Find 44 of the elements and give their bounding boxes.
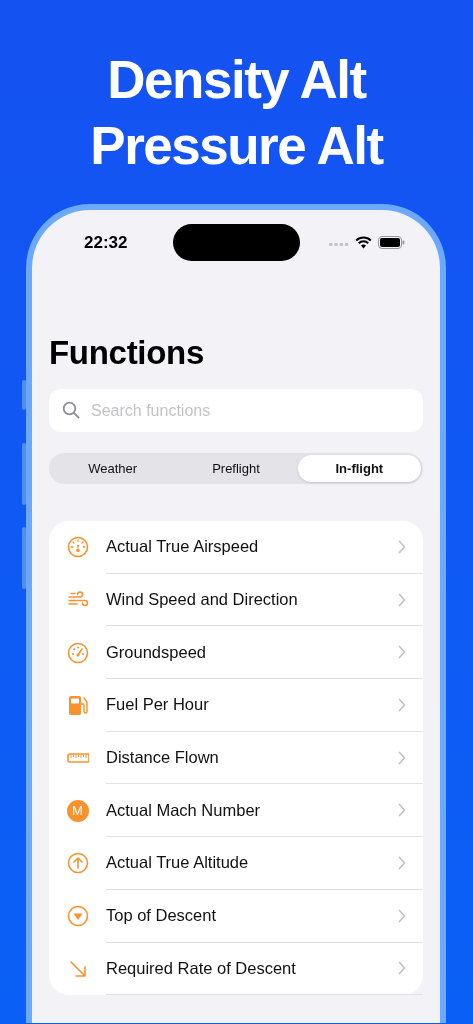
chevron-icon [398, 645, 406, 660]
function-label: Groundspeed [106, 642, 206, 662]
segment-tab[interactable]: In-flight [297, 455, 421, 482]
function-label: Top of Descent [106, 906, 217, 926]
up-arrow-circle-icon [66, 852, 89, 875]
signal-icon [329, 242, 349, 247]
function-row[interactable]: Wind Speed and Direction [49, 573, 423, 627]
function-label: Distance Flown [106, 748, 219, 768]
function-row[interactable]: Fuel Per Hour [49, 679, 423, 732]
chevron-icon [398, 803, 406, 818]
wifi-icon [355, 236, 372, 249]
function-row[interactable]: Actual True Airspeed [49, 521, 423, 574]
function-row[interactable]: Top of Descent [49, 889, 423, 943]
chevron-icon [398, 539, 406, 554]
down-triangle-circle-icon [66, 905, 89, 928]
chevron-icon [398, 855, 406, 870]
page-title: Functions [49, 333, 205, 373]
function-label: Actual True Altitude [106, 853, 249, 873]
chevron-icon [398, 592, 406, 607]
speedometer-icon [66, 641, 89, 664]
function-label: Actual True Airspeed [106, 537, 259, 557]
function-label: Required Rate of Descent [106, 958, 296, 978]
function-row[interactable]: Distance Flown [49, 731, 423, 785]
gauge-icon [66, 536, 89, 559]
function-row[interactable]: Required Rate of Descent [49, 942, 423, 996]
segment-tab[interactable]: Weather [51, 455, 175, 482]
function-row[interactable]: Actual True Altitude [49, 837, 423, 890]
search-field[interactable]: Search functions [49, 389, 423, 432]
function-label: Fuel Per Hour [106, 695, 209, 715]
chevron-icon [398, 908, 406, 923]
chevron-icon [398, 750, 406, 765]
function-label: Actual Mach Number [106, 800, 261, 820]
function-row[interactable]: M Actual Mach Number [49, 784, 423, 838]
battery-icon [378, 236, 405, 249]
badge-icon: M [66, 799, 89, 822]
segment-tab[interactable]: Preflight [174, 455, 298, 482]
function-row[interactable]: Groundspeed [49, 626, 423, 680]
headline-text: Density Alt [107, 49, 366, 111]
function-label: Wind Speed and Direction [106, 590, 298, 610]
chevron-icon [398, 697, 406, 712]
status-time: 22:32 [84, 232, 128, 253]
headline-text: Pressure Alt [90, 115, 383, 177]
chevron-icon [398, 961, 406, 976]
fuel-pump-icon [66, 694, 89, 717]
